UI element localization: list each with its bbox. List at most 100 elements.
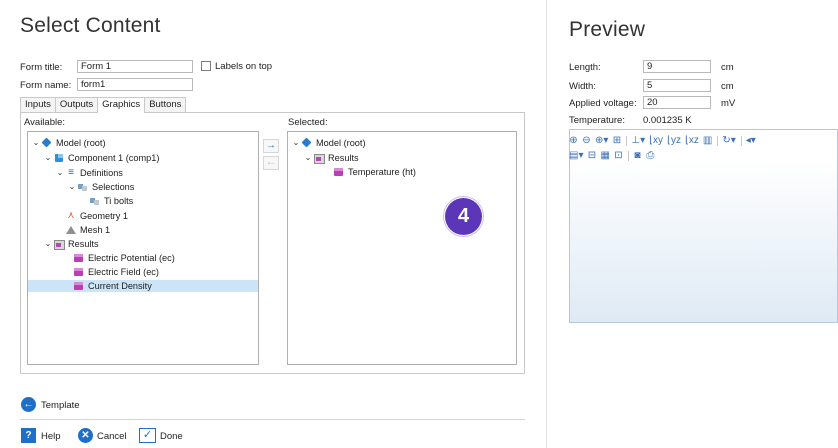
chevron-down-icon[interactable]: ⌄ xyxy=(44,152,52,164)
available-tree[interactable]: ⌄ Model (root) ⌄ Component 1 (comp1) ⌄ ≡… xyxy=(27,131,259,365)
chevron-down-icon[interactable]: ⌄ xyxy=(304,152,312,164)
chevron-down-icon[interactable]: ⌄ xyxy=(56,167,64,179)
cancel-icon[interactable]: ✕ xyxy=(78,428,93,443)
results-icon xyxy=(314,153,325,164)
move-left-button[interactable]: ← xyxy=(263,156,279,170)
voltage-input[interactable] xyxy=(643,96,711,109)
width-input[interactable] xyxy=(643,79,711,92)
tab-outputs[interactable]: Outputs xyxy=(54,97,99,112)
width-unit: cm xyxy=(721,81,734,92)
tree-item-mesh[interactable]: Mesh 1 xyxy=(28,224,258,236)
go-to-view-icon[interactable]: ▥ xyxy=(703,135,712,147)
select-icon[interactable]: ▤▾ xyxy=(569,150,583,162)
zoom-out-icon[interactable]: ⊖ xyxy=(582,135,591,147)
tree-item-label: Temperature (ht) xyxy=(348,167,416,177)
chevron-down-icon[interactable]: ⌄ xyxy=(32,137,40,149)
length-label: Length: xyxy=(569,62,601,73)
done-icon[interactable]: ✓ xyxy=(139,428,156,443)
tree-item-label: Electric Potential (ec) xyxy=(88,253,175,263)
preview-title: Preview xyxy=(569,18,646,41)
tree-item-model-root[interactable]: ⌄ Model (root) xyxy=(288,137,516,149)
zoom-in-icon[interactable]: ⊕ xyxy=(569,135,578,147)
tree-item-label: Results xyxy=(328,153,359,163)
wireframe-icon[interactable]: ⊟ xyxy=(587,150,596,162)
voltage-unit: mV xyxy=(721,98,736,109)
tree-item-label: Ti bolts xyxy=(104,196,134,206)
xy-view-icon[interactable]: ⌊xy xyxy=(649,135,663,147)
grid-icon[interactable]: ▦ xyxy=(600,150,609,162)
tree-item-electric-potential[interactable]: Electric Potential (ec) xyxy=(28,252,258,264)
tree-item-component[interactable]: ⌄ Component 1 (comp1) xyxy=(28,152,258,164)
chevron-down-icon[interactable]: ⌄ xyxy=(292,137,300,149)
move-right-button[interactable]: → xyxy=(263,139,279,153)
geometry-icon: ⋏ xyxy=(67,210,75,221)
tree-item-model-root[interactable]: ⌄ Model (root) xyxy=(28,137,258,149)
tree-item-temperature[interactable]: Temperature (ht) xyxy=(288,166,516,178)
tree-item-electric-field[interactable]: Electric Field (ec) xyxy=(28,266,258,278)
template-button[interactable]: Template xyxy=(41,400,80,411)
temperature-value: 0.001235 K xyxy=(643,115,692,126)
form-title-input[interactable] xyxy=(77,60,193,73)
form-name-input[interactable] xyxy=(77,78,193,91)
selection-icon xyxy=(90,196,100,206)
done-button[interactable]: Done xyxy=(160,431,183,442)
plot-group-icon xyxy=(74,253,84,263)
tree-item-results[interactable]: ⌄ Results xyxy=(288,152,516,164)
arrow-left-icon: ← xyxy=(23,399,34,410)
labels-on-top-checkbox[interactable] xyxy=(201,61,211,71)
cancel-button[interactable]: Cancel xyxy=(97,431,127,442)
tree-item-results[interactable]: ⌄ Results xyxy=(28,238,258,250)
help-button[interactable]: Help xyxy=(41,431,61,442)
selections-icon xyxy=(78,182,88,192)
plot-group-icon xyxy=(74,281,84,291)
tree-item-label: Results xyxy=(68,239,99,249)
tree-item-definitions[interactable]: ⌄ ≡ Definitions xyxy=(28,167,258,179)
labels-on-top-label: Labels on top xyxy=(215,61,273,72)
chevron-down-icon[interactable]: ⌄ xyxy=(44,238,52,250)
template-button-icon[interactable]: ← xyxy=(21,397,36,412)
tree-item-label: Definitions xyxy=(80,168,123,178)
axis-orientation-icon[interactable]: ⊥▾ xyxy=(631,135,645,147)
zoom-box-icon[interactable]: ⊕▾ xyxy=(595,135,608,147)
component-icon xyxy=(54,153,64,163)
tree-item-label: Model (root) xyxy=(316,138,366,148)
camera-icon[interactable]: ◙ xyxy=(633,150,642,162)
tree-item-label: Current Density xyxy=(88,281,152,291)
length-unit: cm xyxy=(721,62,734,73)
arrow-left-icon: ← xyxy=(266,157,276,168)
graphics-toolbar-row-2: ▤▾ ⊟ ▦ ⊡ ◙ ⎙ xyxy=(569,149,659,162)
chevron-down-icon[interactable]: ⌄ xyxy=(68,181,76,193)
tree-item-selections[interactable]: ⌄ Selections xyxy=(28,181,258,193)
model-icon xyxy=(302,138,312,148)
yz-view-icon[interactable]: ⌊yz xyxy=(667,135,681,147)
toolbar-separator xyxy=(717,135,719,146)
light-icon[interactable]: ◂▾ xyxy=(746,135,756,147)
zoom-extents-icon[interactable]: ⊞ xyxy=(612,135,621,147)
tab-inputs[interactable]: Inputs xyxy=(20,97,56,112)
page-title: Select Content xyxy=(20,14,161,37)
tab-buttons[interactable]: Buttons xyxy=(144,97,187,112)
results-icon xyxy=(54,239,65,250)
footer-divider xyxy=(20,419,525,420)
tree-item-label: Selections xyxy=(92,182,135,192)
graphics-toolbar-row-1: ⊕ ⊖ ⊕▾ ⊞ ⊥▾ ⌊xy ⌊yz ⌊xz ▥ ↻▾ ◂▾ xyxy=(569,134,760,147)
tab-graphics[interactable]: Graphics xyxy=(97,97,146,113)
xz-view-icon[interactable]: ⌊xz xyxy=(685,135,699,147)
toolbar-separator xyxy=(626,135,628,146)
definitions-icon: ≡ xyxy=(68,167,74,178)
print-icon[interactable]: ⎙ xyxy=(646,150,655,162)
toolbar-separator xyxy=(627,150,629,161)
tree-item-ti-bolts[interactable]: Ti bolts xyxy=(28,195,258,207)
temperature-label: Temperature: xyxy=(569,115,625,126)
tree-item-current-density[interactable]: Current Density xyxy=(28,280,258,292)
help-icon[interactable]: ? xyxy=(21,428,36,443)
model-icon xyxy=(42,138,52,148)
axis-icon[interactable]: ⊡ xyxy=(614,150,623,162)
tab-bar: Inputs Outputs Graphics Buttons xyxy=(20,97,187,113)
tree-item-geometry[interactable]: ⋏ Geometry 1 xyxy=(28,210,258,222)
length-input[interactable] xyxy=(643,60,711,73)
reset-view-icon[interactable]: ↻▾ xyxy=(722,135,735,147)
selected-tree[interactable]: ⌄ Model (root) ⌄ Results Temperature (ht… xyxy=(287,131,517,365)
width-label: Width: xyxy=(569,81,596,92)
mesh-icon xyxy=(66,225,76,235)
